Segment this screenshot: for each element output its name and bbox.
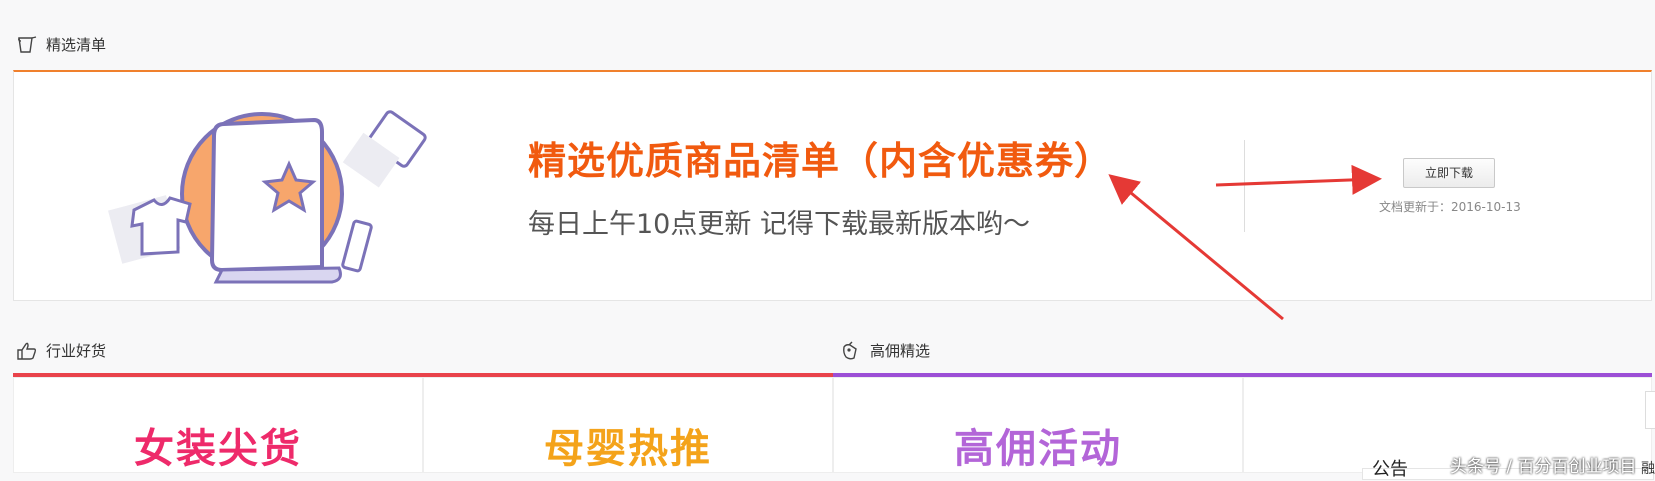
corner-glyph: 融 — [1641, 461, 1655, 477]
banner-subtitle: 每日上午10点更新 记得下载最新版本哟～ — [528, 209, 1030, 240]
scroll-icon — [16, 35, 38, 55]
notice-label: 公告 — [1372, 459, 1408, 480]
industry-goods-heading-label: 行业好货 — [46, 342, 107, 360]
card-mother-baby-label: 母婴热推 — [544, 426, 712, 472]
card-mother-baby[interactable]: 母婴热推 — [423, 377, 833, 473]
document-updated-date: 文档更新于：2016-10-13 — [1379, 200, 1521, 214]
card-womens-wear[interactable]: 女装尖货 — [13, 377, 423, 473]
download-button[interactable]: 立即下载 — [1403, 158, 1495, 188]
selected-list-banner: 精选优质商品清单（内含优惠券） 每日上午10点更新 记得下载最新版本哟～ 立即下… — [13, 70, 1652, 301]
industry-goods-heading: 行业好货 — [16, 340, 106, 361]
card-high-commission-label: 高佣活动 — [954, 426, 1122, 472]
high-commission-heading: 高佣精选 — [840, 340, 930, 361]
card-womens-wear-label: 女装尖货 — [134, 426, 302, 472]
banner-title: 精选优质商品清单（内含优惠券） — [528, 139, 1114, 183]
banner-divider — [1244, 140, 1245, 232]
side-scroll-tab[interactable] — [1645, 391, 1655, 429]
goods-list-illustration — [108, 110, 427, 284]
high-commission-heading-label: 高佣精选 — [870, 342, 931, 360]
tag-icon — [840, 341, 862, 361]
watermark: 头条号 / 百分百创业项目 — [1450, 457, 1637, 477]
selected-list-heading: 精选清单 — [16, 34, 106, 55]
card-high-commission[interactable]: 高佣活动 — [833, 377, 1243, 473]
thumbs-up-icon — [16, 341, 38, 361]
selected-list-heading-label: 精选清单 — [46, 36, 107, 54]
